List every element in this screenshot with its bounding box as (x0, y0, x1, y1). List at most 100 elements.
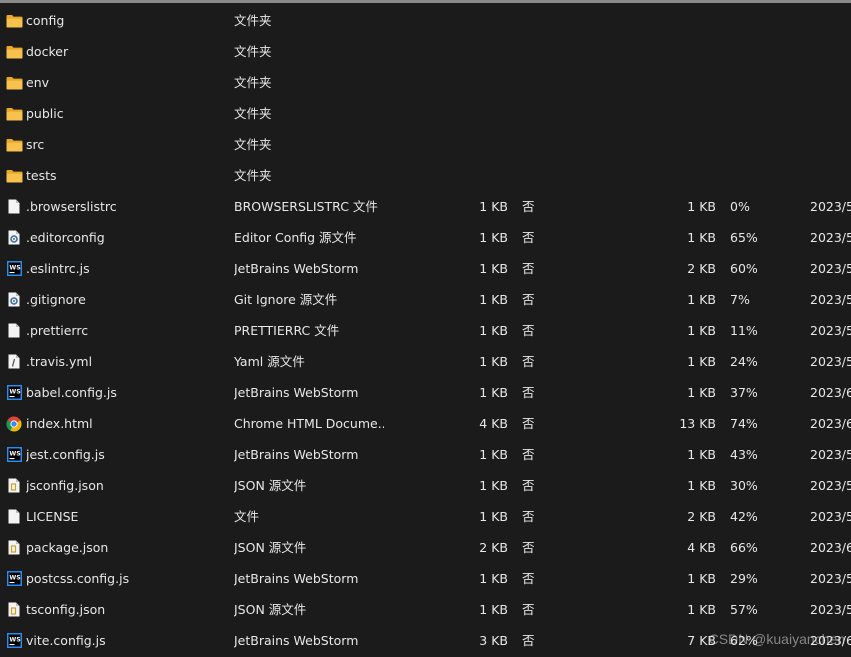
file-row[interactable]: .travis.yml Yaml 源文件 1 KB 否 1 KB 24% 202… (0, 346, 851, 377)
file-size: 1 KB (479, 571, 508, 586)
file-compressed-size: 1 KB (687, 230, 716, 245)
file-compressed-size: 4 KB (687, 540, 716, 555)
file-encrypted: 否 (522, 292, 535, 307)
file-name: .eslintrc.js (26, 261, 90, 276)
file-size: 3 KB (479, 633, 508, 648)
file-row[interactable]: tests 文件夹 (0, 160, 851, 191)
chrome-icon (5, 408, 23, 439)
folder-icon (5, 36, 23, 67)
file-row[interactable]: .gitignore Git Ignore 源文件 1 KB 否 1 KB 7%… (0, 284, 851, 315)
file-type: JetBrains WebStorm (234, 447, 359, 462)
file-row[interactable]: jsconfig.json JSON 源文件 1 KB 否 1 KB 30% 2… (0, 470, 851, 501)
file-name: jest.config.js (26, 447, 105, 462)
file-ratio: 24% (730, 354, 758, 369)
file-row[interactable]: config 文件夹 (0, 5, 851, 36)
file-row[interactable]: tsconfig.json JSON 源文件 1 KB 否 1 KB 57% 2… (0, 594, 851, 625)
file-row[interactable]: public 文件夹 (0, 98, 851, 129)
file-size (440, 160, 508, 191)
file-compressed-size: 2 KB (687, 261, 716, 276)
file-modified-date (810, 98, 851, 129)
file-ratio (730, 98, 780, 129)
file-modified-date: 2023/5/ (810, 261, 851, 276)
file-encrypted: 否 (522, 478, 535, 493)
file-modified-date: 2023/6/ (810, 540, 851, 555)
file-compressed-size: 1 KB (687, 292, 716, 307)
file-compressed-size: 1 KB (687, 199, 716, 214)
file-encrypted (522, 36, 542, 67)
file-ratio: 30% (730, 478, 758, 493)
file-name: .travis.yml (26, 354, 93, 369)
file-modified-date (810, 5, 851, 36)
file-row[interactable]: .prettierrc PRETTIERRC 文件 1 KB 否 1 KB 11… (0, 315, 851, 346)
file-name: index.html (26, 416, 93, 431)
file-encrypted: 否 (522, 323, 535, 338)
file-ratio: 42% (730, 509, 758, 524)
file-modified-date: 2023/6/ (810, 416, 851, 431)
file-modified-date (810, 67, 851, 98)
file-type: 文件夹 (234, 75, 272, 90)
file-encrypted (522, 98, 542, 129)
webstorm-icon: WS (5, 377, 23, 408)
file-type: 文件夹 (234, 168, 272, 183)
file-type: Editor Config 源文件 (234, 230, 357, 245)
file-row[interactable]: index.html Chrome HTML Docume... 4 KB 否 … (0, 408, 851, 439)
file-type: PRETTIERRC 文件 (234, 323, 340, 338)
file-row[interactable]: WS jest.config.js JetBrains WebStorm 1 K… (0, 439, 851, 470)
file-encrypted (522, 160, 542, 191)
file-type: JSON 源文件 (234, 602, 307, 617)
file-type: Yaml 源文件 (234, 354, 305, 369)
webstorm-icon: WS (5, 439, 23, 470)
file-list[interactable]: config 文件夹 docker 文件夹 env 文件夹 public 文件夹 (0, 5, 851, 657)
file-size: 1 KB (479, 261, 508, 276)
file-ratio: 65% (730, 230, 758, 245)
file-modified-date: 2023/5/ (810, 230, 851, 245)
file-encrypted: 否 (522, 540, 535, 555)
file-ratio (730, 67, 780, 98)
file-encrypted: 否 (522, 261, 535, 276)
config-file-icon (5, 284, 23, 315)
file-row[interactable]: WS .eslintrc.js JetBrains WebStorm 1 KB … (0, 253, 851, 284)
file-type: JetBrains WebStorm (234, 633, 359, 648)
file-row[interactable]: src 文件夹 (0, 129, 851, 160)
file-type: JetBrains WebStorm (234, 571, 359, 586)
file-row[interactable]: docker 文件夹 (0, 36, 851, 67)
file-encrypted: 否 (522, 633, 535, 648)
file-modified-date: 2023/5/ (810, 602, 851, 617)
file-row[interactable]: LICENSE 文件 1 KB 否 2 KB 42% 2023/5/ (0, 501, 851, 532)
file-encrypted: 否 (522, 602, 535, 617)
file-row[interactable]: .editorconfig Editor Config 源文件 1 KB 否 1… (0, 222, 851, 253)
json-file-icon (5, 470, 23, 501)
file-name: src (26, 137, 45, 152)
file-compressed-size: 1 KB (687, 323, 716, 338)
file-row[interactable]: WS babel.config.js JetBrains WebStorm 1 … (0, 377, 851, 408)
file-size (440, 36, 508, 67)
file-icon (5, 501, 23, 532)
file-name: package.json (26, 540, 109, 555)
file-compressed-size (640, 5, 716, 36)
file-compressed-size: 1 KB (687, 602, 716, 617)
file-ratio: 60% (730, 261, 758, 276)
file-size: 1 KB (479, 602, 508, 617)
file-size: 4 KB (479, 416, 508, 431)
file-compressed-size (640, 36, 716, 67)
file-compressed-size: 1 KB (687, 478, 716, 493)
file-row[interactable]: package.json JSON 源文件 2 KB 否 4 KB 66% 20… (0, 532, 851, 563)
file-encrypted (522, 5, 542, 36)
webstorm-icon: WS (5, 253, 23, 284)
file-row[interactable]: .browserslistrc BROWSERSLISTRC 文件 1 KB 否… (0, 191, 851, 222)
file-type: 文件夹 (234, 106, 272, 121)
file-type: JSON 源文件 (234, 540, 307, 555)
webstorm-icon: WS (5, 625, 23, 656)
file-row[interactable]: env 文件夹 (0, 67, 851, 98)
file-type: Git Ignore 源文件 (234, 292, 338, 307)
file-size: 1 KB (479, 385, 508, 400)
file-ratio: 29% (730, 571, 758, 586)
file-type: 文件夹 (234, 44, 272, 59)
file-name: jsconfig.json (26, 478, 104, 493)
file-size (440, 5, 508, 36)
file-row[interactable]: WS postcss.config.js JetBrains WebStorm … (0, 563, 851, 594)
file-ratio: 66% (730, 540, 758, 555)
file-modified-date (810, 129, 851, 160)
file-type: BROWSERSLISTRC 文件 (234, 199, 378, 214)
file-name: .editorconfig (26, 230, 105, 245)
